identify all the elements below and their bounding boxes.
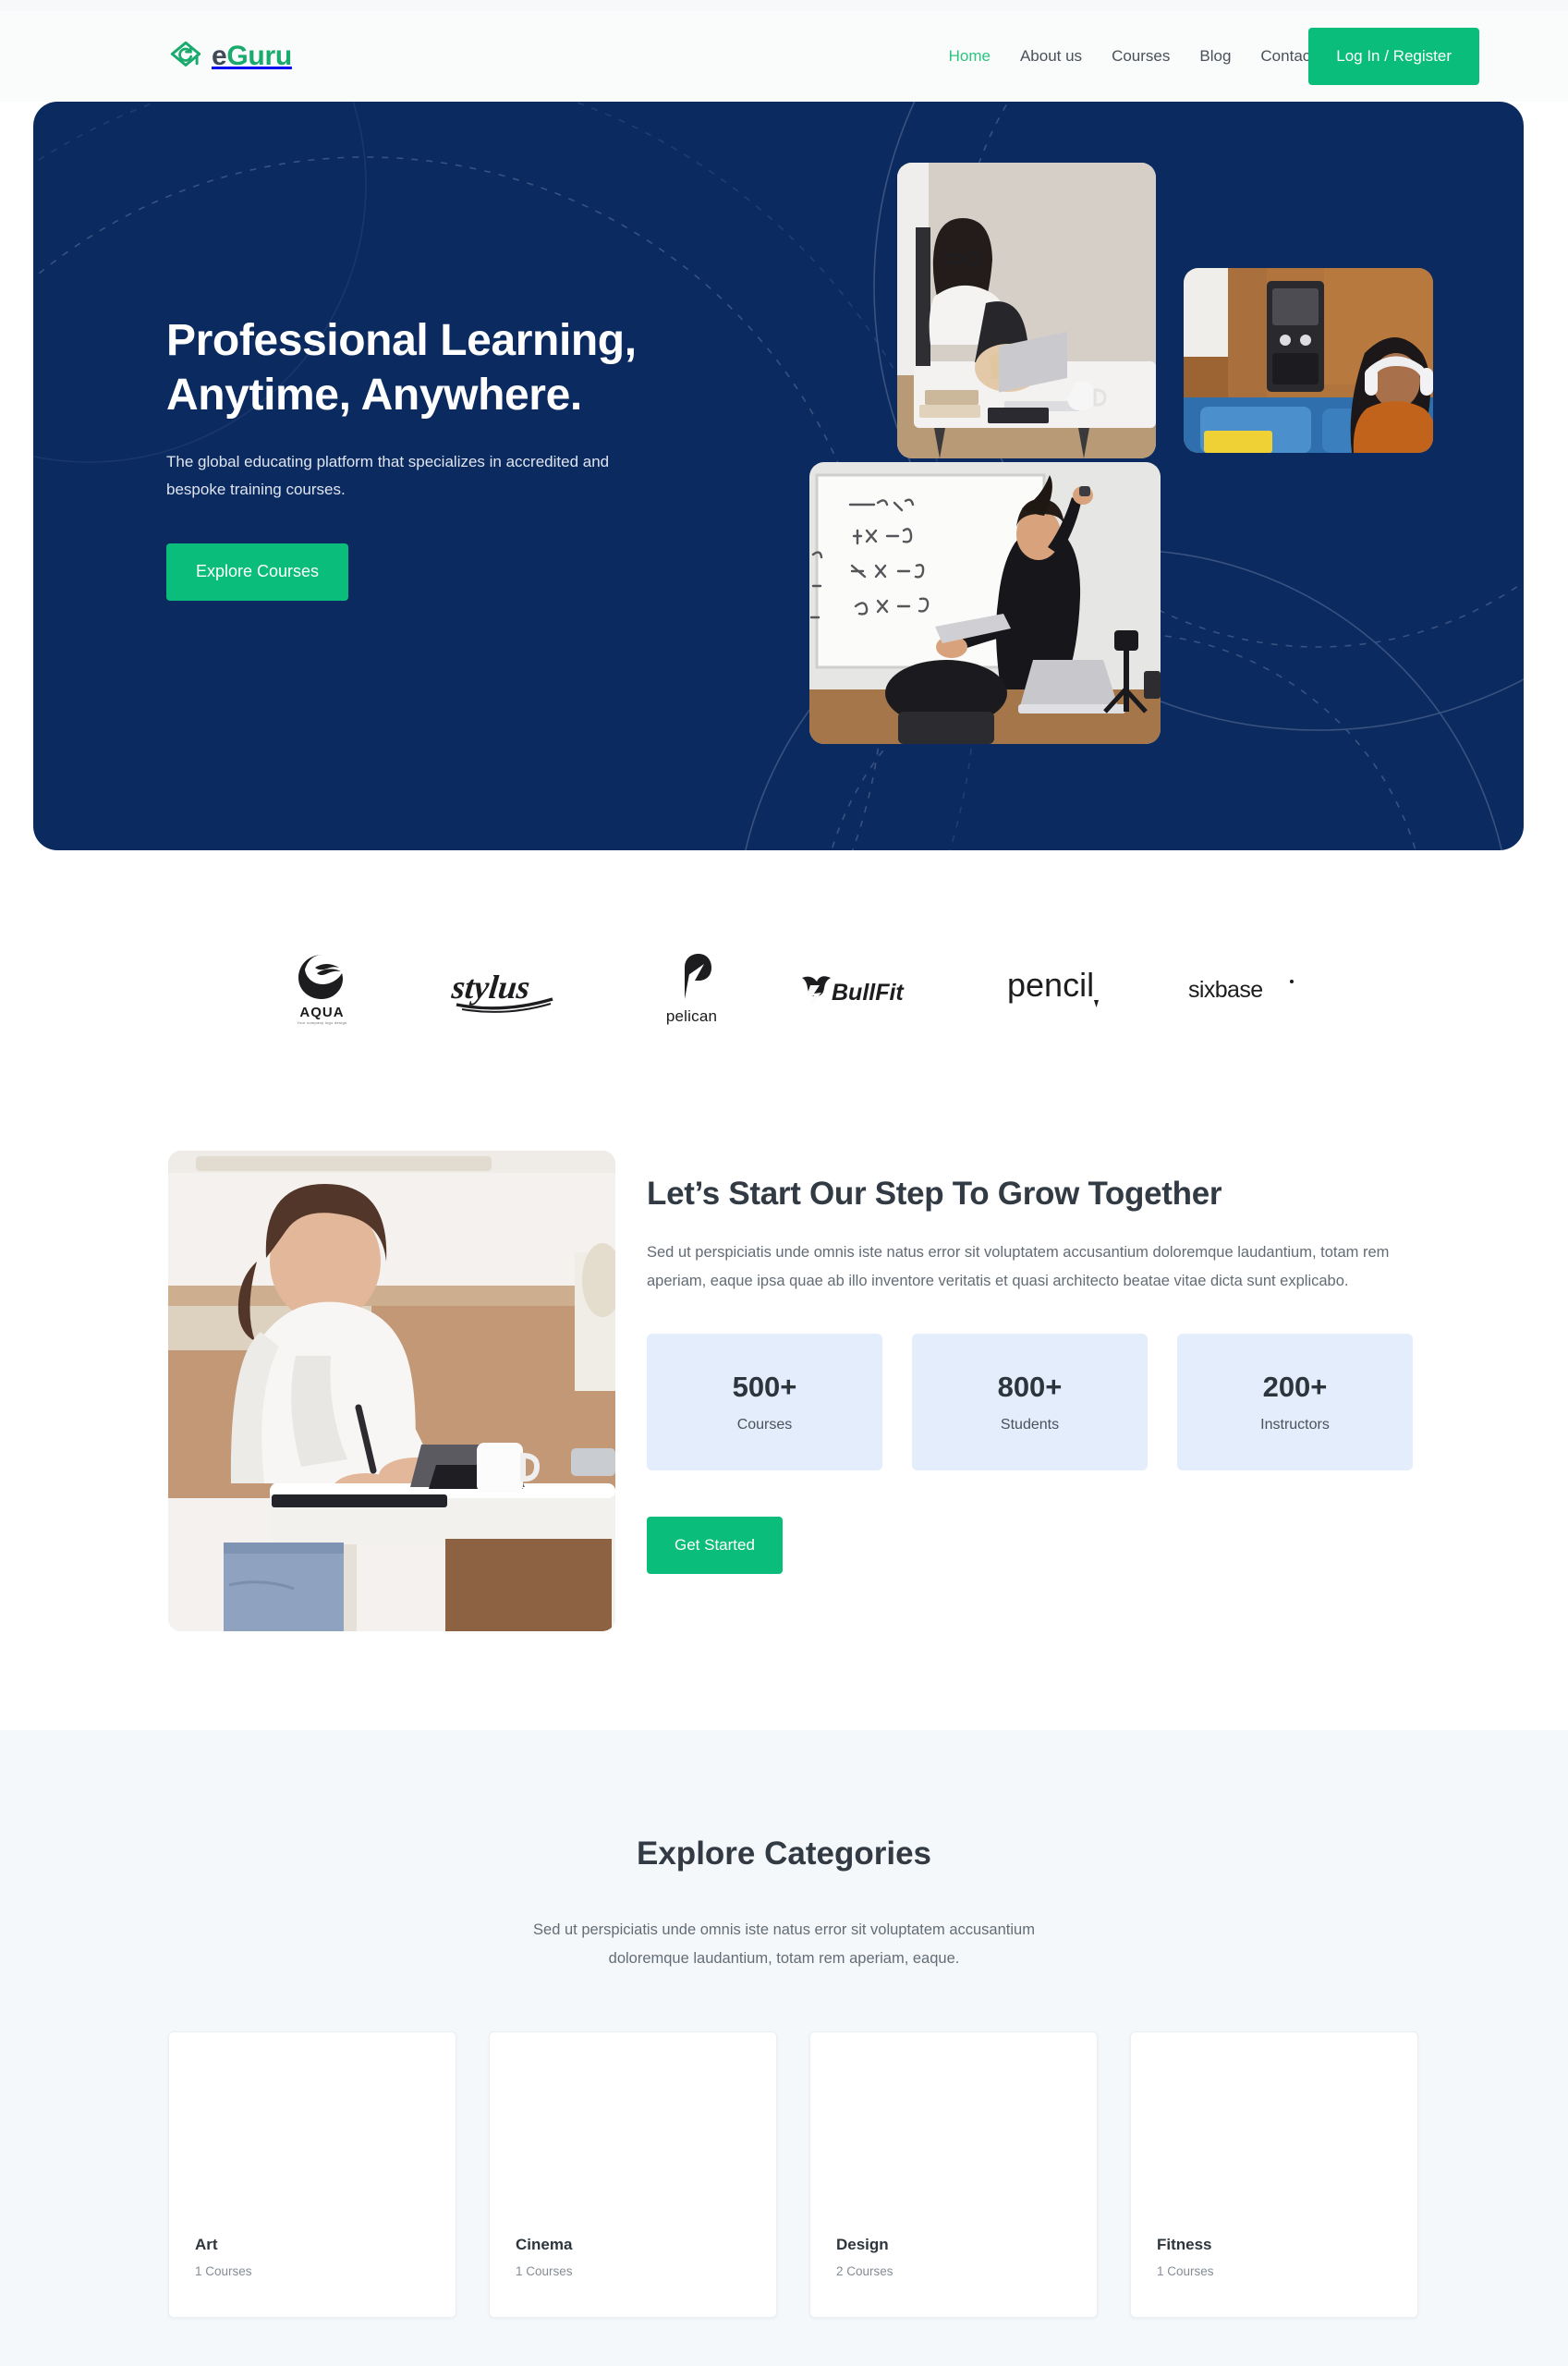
brand-logo-pencil: pencil xyxy=(969,963,1154,1015)
pencil-icon: pencil xyxy=(1007,966,1099,1007)
stat-value-instructors: 200+ xyxy=(1262,1371,1328,1404)
stat-card-courses: 500+ Courses xyxy=(647,1334,882,1471)
category-count-fitness: 1 Courses xyxy=(1157,2264,1214,2278)
brand-logo-bullfit: BullFit xyxy=(784,970,969,1007)
category-card-art[interactable]: Art 1 Courses xyxy=(168,2031,456,2318)
brand-logo-pelican: pelican xyxy=(600,953,784,1026)
category-count-design: 2 Courses xyxy=(836,2264,893,2278)
primary-nav: Home About us Courses Blog Contact xyxy=(934,47,1330,66)
explore-categories-subtitle: Sed ut perspiciatis unde omnis iste natu… xyxy=(533,1921,1035,1968)
stat-label-instructors: Instructors xyxy=(1260,1417,1330,1433)
brand-name-part2: Guru xyxy=(226,41,292,71)
bullfit-icon: BullFit xyxy=(801,976,905,1006)
category-card-grid: Art 1 Courses Cinema 1 Courses Design 2 … xyxy=(168,2031,1420,2318)
get-started-button[interactable]: Get Started xyxy=(647,1517,783,1575)
brand-name-part1: e xyxy=(212,41,227,71)
hero-copy: Professional Learning, Anytime, Anywhere… xyxy=(166,314,813,601)
category-count-cinema: 1 Courses xyxy=(516,2264,573,2278)
category-thumbnail-cinema xyxy=(490,2032,776,2219)
category-name-cinema: Cinema xyxy=(516,2236,573,2253)
category-name-design: Design xyxy=(836,2236,889,2253)
category-meta-cinema: Cinema 1 Courses xyxy=(490,2219,776,2278)
pencil-text: pencil xyxy=(1007,966,1094,1004)
category-meta-art: Art 1 Courses xyxy=(169,2219,456,2278)
brand-logo-sixbase: sixbase xyxy=(1154,970,1339,1007)
category-card-design[interactable]: Design 2 Courses xyxy=(809,2031,1098,2318)
hero-image-desk-study xyxy=(897,163,1156,458)
stat-value-courses: 500+ xyxy=(732,1371,797,1404)
grow-together-title: Let’s Start Our Step To Grow Together xyxy=(647,1176,1222,1212)
stylus-icon: stylus xyxy=(449,969,553,1013)
brand-name: eGuru xyxy=(212,43,292,70)
aqua-wordmark: AQUA xyxy=(299,1005,345,1020)
stylus-text: stylus xyxy=(449,969,531,1006)
grow-together-copy: Let’s Start Our Step To Grow Together Se… xyxy=(647,1176,1418,1575)
hero-image-desk-study-art xyxy=(897,163,1156,458)
bullfit-text: BullFit xyxy=(832,980,905,1006)
client-logos-strip: AQUA Your company logo design stylus pel… xyxy=(0,915,1568,1063)
pelican-icon xyxy=(684,953,711,999)
category-meta-design: Design 2 Courses xyxy=(810,2219,1097,2278)
top-strip xyxy=(0,0,1568,11)
stat-label-courses: Courses xyxy=(736,1417,793,1433)
nav-item-about-us[interactable]: About us xyxy=(1005,47,1097,66)
site-header: eGuru Home About us Courses Blog Contact… xyxy=(0,11,1568,102)
category-card-fitness[interactable]: Fitness 1 Courses xyxy=(1130,2031,1418,2318)
aqua-icon xyxy=(298,955,343,999)
nav-item-courses[interactable]: Courses xyxy=(1097,47,1185,66)
category-thumbnail-fitness xyxy=(1131,2032,1417,2219)
brand-logo-stylus: stylus xyxy=(415,963,600,1015)
hero-image-headphones-couch-art xyxy=(1184,268,1433,453)
sixbase-text: sixbase xyxy=(1188,977,1263,1003)
explore-categories-title: Explore Categories xyxy=(637,1835,931,1872)
hero-title: Professional Learning, Anytime, Anywhere… xyxy=(166,316,637,420)
sixbase-icon: sixbase xyxy=(1188,977,1294,1003)
brand-logo-aqua: AQUA Your company logo design xyxy=(230,953,415,1025)
stat-card-students: 800+ Students xyxy=(912,1334,1148,1471)
nav-item-home[interactable]: Home xyxy=(934,47,1005,66)
category-thumbnail-art xyxy=(169,2032,456,2219)
login-register-button[interactable]: Log In / Register xyxy=(1308,28,1479,85)
category-name-art: Art xyxy=(195,2236,218,2253)
category-card-cinema[interactable]: Cinema 1 Courses xyxy=(489,2031,777,2318)
stat-card-instructors: 200+ Instructors xyxy=(1177,1334,1413,1471)
category-meta-fitness: Fitness 1 Courses xyxy=(1131,2219,1417,2278)
grow-together-image xyxy=(168,1151,615,1631)
grow-together-image-art xyxy=(168,1151,615,1631)
hero-image-whiteboard-teacher xyxy=(809,462,1161,744)
brand-logo[interactable]: eGuru xyxy=(168,39,292,74)
pelican-wordmark: pelican xyxy=(665,1006,718,1025)
hero-section: Professional Learning, Anytime, Anywhere… xyxy=(33,102,1524,850)
hero-image-headphones-couch xyxy=(1184,268,1433,453)
category-count-art: 1 Courses xyxy=(195,2264,252,2278)
hero-subtitle: The global educating platform that speci… xyxy=(166,453,610,498)
grow-together-section: Let’s Start Our Step To Grow Together Se… xyxy=(0,1137,1568,1691)
page-root: eGuru Home About us Courses Blog Contact… xyxy=(0,0,1568,2366)
stat-label-students: Students xyxy=(1000,1417,1060,1433)
stat-value-students: 800+ xyxy=(997,1371,1063,1404)
hero-image-whiteboard-teacher-art xyxy=(809,462,1161,744)
grow-together-paragraph: Sed ut perspiciatis unde omnis iste natu… xyxy=(647,1244,1390,1289)
category-name-fitness: Fitness xyxy=(1157,2236,1212,2253)
aqua-tagline: Your company logo design xyxy=(297,1020,347,1025)
stats-row: 500+ Courses 800+ Students 200+ Instruct… xyxy=(647,1334,1418,1471)
graduation-cap-refresh-icon xyxy=(170,41,201,67)
explore-courses-button[interactable]: Explore Courses xyxy=(166,543,349,601)
category-thumbnail-design xyxy=(810,2032,1097,2219)
nav-item-blog[interactable]: Blog xyxy=(1185,47,1246,66)
